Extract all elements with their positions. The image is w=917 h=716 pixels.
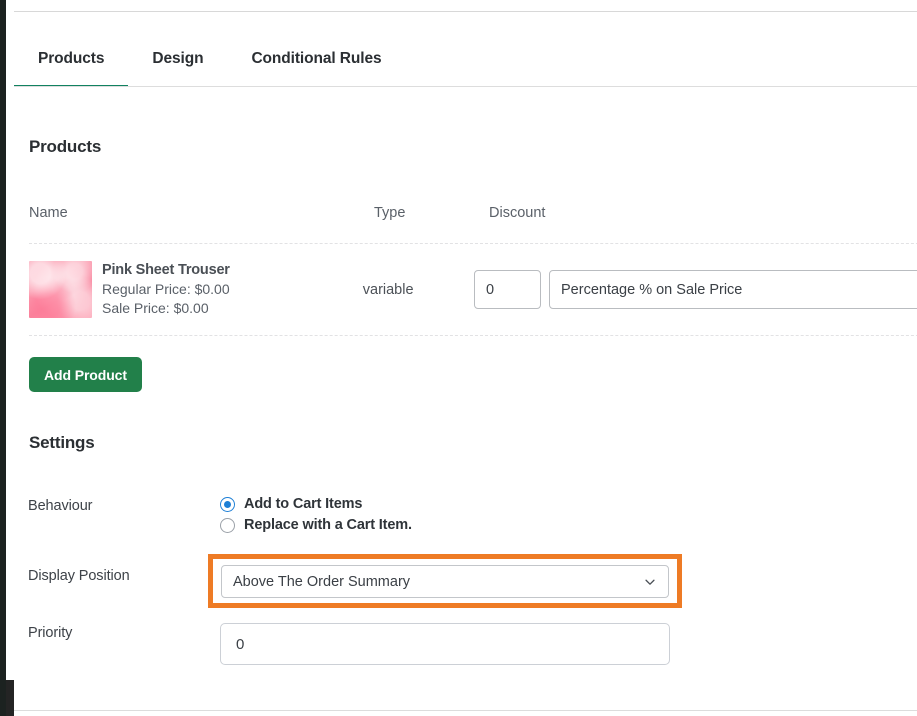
product-name-cell: Pink Sheet Trouser Regular Price: $0.00 … — [29, 261, 363, 318]
product-sale-price: Sale Price: $0.00 — [102, 300, 209, 316]
column-header-discount: Discount — [489, 204, 546, 221]
display-position-label: Display Position — [28, 568, 130, 584]
tab-bar-baseline — [14, 86, 917, 87]
products-section-title: Products — [29, 137, 102, 156]
product-discount-cell: Percentage % on Sale Price — [474, 270, 917, 309]
tab-products-label: Products — [38, 49, 105, 67]
tab-bar: Products Design Conditional Rules — [14, 30, 917, 88]
top-divider — [14, 11, 917, 12]
tab-design[interactable]: Design — [128, 30, 227, 87]
radio-unselected-icon[interactable] — [220, 517, 235, 533]
behaviour-label: Behaviour — [28, 498, 93, 514]
bottom-divider — [14, 710, 917, 711]
chevron-down-icon — [643, 575, 657, 589]
discount-mode-label: Percentage % on Sale Price — [561, 281, 743, 298]
display-position-value: Above The Order Summary — [233, 573, 411, 590]
table-row: Pink Sheet Trouser Regular Price: $0.00 … — [29, 244, 917, 336]
discount-mode-select[interactable]: Percentage % on Sale Price — [549, 270, 917, 309]
priority-input[interactable] — [220, 623, 670, 665]
column-header-name: Name — [29, 204, 68, 221]
tab-conditional-rules-label: Conditional Rules — [251, 49, 382, 67]
window-left-gap — [6, 12, 14, 680]
product-type: variable — [362, 281, 414, 298]
products-table: Name Type Discount Pink Sheet Trouser Re… — [29, 182, 917, 336]
display-position-select[interactable]: Above The Order Summary — [221, 565, 669, 598]
app-screen: Products Design Conditional Rules Produc… — [0, 0, 917, 716]
product-name: Pink Sheet Trouser — [102, 262, 230, 278]
tab-conditional-rules[interactable]: Conditional Rules — [227, 30, 405, 87]
product-regular-price: Regular Price: $0.00 — [102, 281, 230, 297]
tab-design-label: Design — [152, 49, 204, 67]
radio-replace-with-cart-item[interactable]: Replace with a Cart Item. — [220, 517, 412, 533]
add-product-button[interactable]: Add Product — [29, 357, 142, 392]
products-table-header-row: Name Type Discount — [29, 182, 917, 244]
discount-value-input[interactable] — [474, 270, 541, 309]
column-header-type: Type — [374, 204, 406, 221]
radio-add-to-cart-items-label: Add to Cart Items — [244, 496, 363, 512]
window-left-gap-lower — [6, 680, 14, 716]
product-text-block: Pink Sheet Trouser Regular Price: $0.00 … — [102, 261, 230, 318]
priority-label: Priority — [28, 625, 73, 641]
radio-selected-icon[interactable] — [220, 496, 235, 512]
product-thumbnail — [29, 261, 92, 318]
behaviour-radio-group: Add to Cart Items Replace with a Cart It… — [220, 496, 412, 533]
radio-replace-with-cart-item-label: Replace with a Cart Item. — [244, 517, 412, 533]
discount-controls: Percentage % on Sale Price — [474, 270, 917, 309]
tab-products[interactable]: Products — [14, 30, 129, 87]
radio-add-to-cart-items[interactable]: Add to Cart Items — [220, 496, 412, 512]
settings-section-title: Settings — [29, 433, 95, 452]
